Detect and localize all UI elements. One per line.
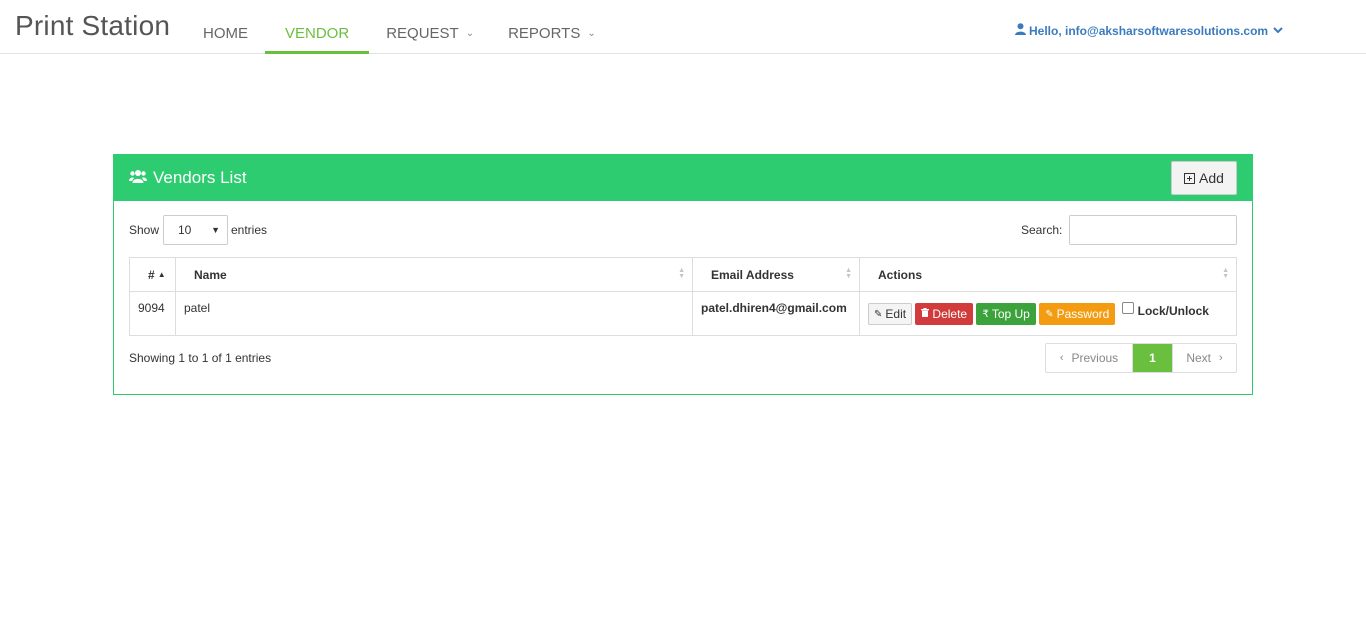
header-actions[interactable]: Actions ▲ ▼ (859, 257, 1237, 292)
cell-actions: ✎ Edit Delete ₹ Top Up ✎ Password Lock/U… (859, 291, 1237, 336)
cell-name: patel (175, 291, 693, 336)
chevron-left-icon: ‹ (1059, 352, 1064, 364)
delete-button[interactable]: Delete (915, 303, 974, 325)
plus-square-icon (1184, 172, 1196, 184)
nav-reports-label: REPORTS (508, 24, 581, 42)
nav-request[interactable]: REQUEST ⌄ (369, 0, 491, 54)
cell-email: patel.dhiren4@gmail.com (692, 291, 860, 336)
chevron-right-icon: › (1219, 352, 1223, 364)
panel-title: Vendors List (129, 168, 247, 188)
next-label: Next (1186, 351, 1211, 365)
next-page-button[interactable]: Next › (1172, 344, 1236, 372)
chevron-down-icon (1273, 25, 1283, 37)
table-info: Showing 1 to 1 of 1 entries (129, 351, 272, 365)
page-length-value: 10 (178, 223, 192, 237)
sort-icon: ▲ ▼ (845, 267, 852, 280)
search-input[interactable] (1069, 215, 1237, 245)
edit-button[interactable]: ✎ Edit (868, 303, 913, 325)
nav-reports[interactable]: REPORTS ⌄ (491, 0, 613, 54)
top-navbar: Print Station HOME VENDOR REQUEST ⌄ REPO… (0, 0, 1366, 54)
cell-id: 9094 (129, 291, 176, 336)
header-name-label: Name (194, 267, 227, 282)
rupee-icon: ₹ (982, 308, 989, 320)
user-greeting: Hello, info@aksharsoftwaresolutions.com (1029, 23, 1269, 38)
current-page-label: 1 (1149, 351, 1156, 365)
nav-vendor-label: VENDOR (285, 24, 350, 42)
show-label: Show (129, 223, 160, 237)
lock-checkbox[interactable] (1121, 302, 1134, 315)
pencil-icon: ✎ (1045, 308, 1054, 320)
header-number[interactable]: # ▲ (129, 257, 176, 292)
vendors-table: # ▲ Name ▲ ▼ Email Address ▲ ▼ Actions ▲ ▼ 9… (129, 257, 1237, 336)
header-actions-label: Actions (878, 267, 923, 282)
previous-label: Previous (1071, 351, 1119, 365)
user-icon (1015, 23, 1026, 38)
table-header-row: # ▲ Name ▲ ▼ Email Address ▲ ▼ Actions ▲ ▼ (129, 257, 1237, 292)
password-label: Password (1056, 307, 1110, 321)
lock-label: Lock/Unlock (1137, 304, 1209, 319)
entries-label: entries (231, 223, 268, 237)
page-1-button[interactable]: 1 (1133, 344, 1172, 372)
delete-label: Delete (932, 307, 968, 321)
vendors-panel: Vendors List Add Show 10 ▼ entries Searc… (113, 154, 1253, 395)
pagination: ‹ Previous 1 Next › (1045, 343, 1237, 373)
user-menu[interactable]: Hello, info@aksharsoftwaresolutions.com (1015, 23, 1283, 38)
edit-icon: ✎ (874, 308, 883, 320)
nav-home[interactable]: HOME (186, 0, 265, 54)
sort-icon: ▲ ▼ (1222, 267, 1229, 280)
chevron-down-icon: ⌄ (587, 27, 596, 39)
edit-label: Edit (885, 307, 907, 321)
chevron-down-icon: ⌄ (465, 27, 475, 39)
nav-home-label: HOME (203, 24, 248, 42)
nav-vendor[interactable]: VENDOR (265, 0, 370, 54)
table-controls: Show 10 ▼ entries Search: (129, 215, 1237, 245)
nav-request-label: REQUEST (386, 24, 459, 42)
panel-title-text: Vendors List (153, 168, 247, 187)
lock-toggle: Lock/Unlock (1121, 302, 1209, 319)
add-button-label: Add (1199, 170, 1224, 186)
header-email-label: Email Address (711, 267, 794, 282)
header-email[interactable]: Email Address ▲ ▼ (692, 257, 860, 292)
search-label: Search: (1021, 223, 1063, 237)
topup-label: Top Up (991, 307, 1030, 321)
panel-header: Vendors List Add (114, 155, 1252, 201)
header-name[interactable]: Name ▲ ▼ (175, 257, 693, 292)
sort-asc-icon: ▲ (157, 269, 166, 279)
brand-title[interactable]: Print Station (15, 10, 170, 42)
page-length-select[interactable]: 10 ▼ (163, 215, 228, 245)
topup-button[interactable]: ₹ Top Up (976, 303, 1036, 325)
main-nav: HOME VENDOR REQUEST ⌄ REPORTS ⌄ (186, 0, 613, 54)
previous-page-button[interactable]: ‹ Previous (1046, 344, 1133, 372)
users-icon (129, 169, 147, 187)
sort-icon: ▲ ▼ (678, 267, 685, 280)
table-row: 9094 patel patel.dhiren4@gmail.com ✎ Edi… (129, 291, 1237, 336)
dropdown-arrow-icon: ▼ (211, 225, 220, 235)
trash-icon (921, 308, 930, 320)
header-number-label: # (148, 267, 155, 282)
add-vendor-button[interactable]: Add (1171, 161, 1237, 195)
password-button[interactable]: ✎ Password (1039, 303, 1116, 325)
